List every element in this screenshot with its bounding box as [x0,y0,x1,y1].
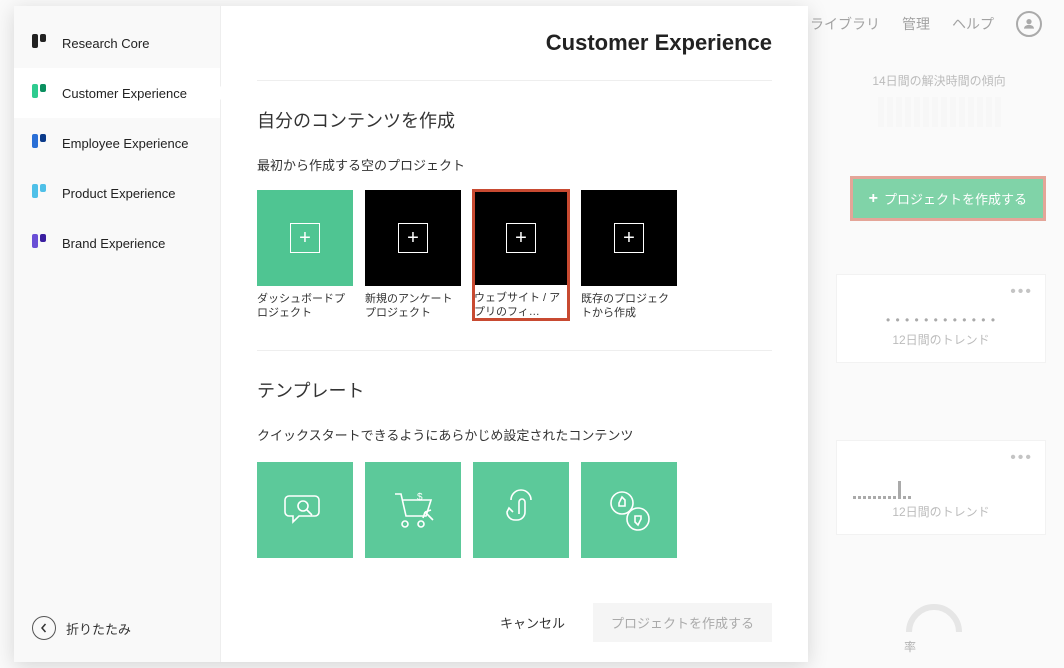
tile-thumb: + [365,190,461,286]
modal-title: Customer Experience [257,30,772,81]
sidebar-item-label: Research Core [62,36,149,51]
sidebar-item-label: Product Experience [62,186,175,201]
sidebar-item-product-experience[interactable]: Product Experience [14,168,220,218]
logo-icon [32,34,50,52]
create-project-submit-button: プロジェクトを作成する [593,603,772,642]
plus-icon: + [869,190,878,208]
nav-help[interactable]: ヘルプ [952,14,994,34]
chevron-left-icon [32,616,56,640]
bg-gauge: 率 [904,604,964,655]
logo-icon [32,234,50,252]
plus-icon: + [290,223,320,253]
logo-icon [32,184,50,202]
shopping-cart-icon: $ [389,486,437,534]
sparkline-bars [853,479,1029,499]
own-content-heading: 自分のコンテンツを作成 [257,107,772,133]
template-chat-search[interactable] [257,462,353,558]
divider [257,350,772,351]
bg-trend-14day-label: 14日間の解決時間の傾向 [844,72,1034,89]
create-project-button-label: プロジェクトを作成する [884,189,1027,208]
sidebar-item-employee-experience[interactable]: Employee Experience [14,118,220,168]
create-project-modal: Research Core Customer Experience Employ… [14,6,808,662]
sparkline-dots: • • • • • • • • • • • • [853,313,1029,327]
bg-card-1-label: 12日間のトレンド [853,331,1029,348]
nav-admin[interactable]: 管理 [902,14,930,34]
modal-sidebar: Research Core Customer Experience Employ… [14,6,221,662]
bg-card-2: ••• 12日間のトレンド [836,440,1046,535]
bg-card-1: ••• • • • • • • • • • • • • 12日間のトレンド [836,274,1046,363]
sparkline-bars [844,97,1034,127]
sidebar-item-customer-experience[interactable]: Customer Experience [14,68,220,118]
sidebar-item-research-core[interactable]: Research Core [14,18,220,68]
plus-icon: + [506,223,536,253]
sidebar-item-label: Brand Experience [62,236,165,251]
more-icon[interactable]: ••• [1010,449,1033,467]
sidebar-item-label: Employee Experience [62,136,188,151]
top-nav: ライブラリ 管理 ヘルプ [788,0,1064,48]
touch-icon [497,486,545,534]
template-touch[interactable] [473,462,569,558]
tile-new-survey-project[interactable]: + 新規のアンケートプロジェクト [365,190,461,320]
collapse-sidebar-button[interactable]: 折りたたみ [14,602,220,662]
bg-gauge-label: 率 [904,640,916,654]
create-project-button-highlight: + プロジェクトを作成する [850,176,1046,221]
thumbs-up-down-icon [605,486,653,534]
create-project-button[interactable]: + プロジェクトを作成する [853,179,1043,218]
nav-library[interactable]: ライブラリ [810,14,880,34]
template-tiles: $ [257,462,772,558]
tile-thumb: + [581,190,677,286]
user-avatar-icon[interactable] [1016,11,1042,37]
modal-footer: キャンセル プロジェクトを作成する [257,587,772,650]
plus-icon: + [614,223,644,253]
logo-icon [32,84,50,102]
tile-thumb: + [474,191,568,285]
sidebar-item-brand-experience[interactable]: Brand Experience [14,218,220,268]
tile-label: 新規のアンケートプロジェクト [365,292,461,320]
bg-card-2-label: 12日間のトレンド [853,503,1029,520]
svg-text:$: $ [417,492,423,503]
tile-website-app-feedback[interactable]: + ウェブサイト / アプリのフィ… [473,190,569,320]
bg-trend-14day: 14日間の解決時間の傾向 [844,72,1034,127]
sidebar-item-label: Customer Experience [62,86,187,101]
collapse-label: 折りたたみ [66,619,131,638]
tile-label: 既存のプロジェクトから作成 [581,292,677,320]
tile-from-existing-project[interactable]: + 既存のプロジェクトから作成 [581,190,677,320]
chat-search-icon [281,486,329,534]
tile-label: ダッシュボードプロジェクト [257,292,353,320]
templates-heading: テンプレート [257,377,772,403]
tile-dashboard-project[interactable]: + ダッシュボードプロジェクト [257,190,353,320]
plus-icon: + [398,223,428,253]
tile-label: ウェブサイト / アプリのフィ… [474,291,568,319]
empty-projects-subheading: 最初から作成する空のプロジェクト [257,155,772,174]
modal-main: Customer Experience 自分のコンテンツを作成 最初から作成する… [221,6,808,662]
templates-subheading: クイックスタートできるようにあらかじめ設定されたコンテンツ [257,425,772,444]
more-icon[interactable]: ••• [1010,283,1033,301]
template-thumbs[interactable] [581,462,677,558]
logo-icon [32,134,50,152]
template-cart[interactable]: $ [365,462,461,558]
cancel-button[interactable]: キャンセル [482,603,583,642]
tile-thumb: + [257,190,353,286]
empty-project-tiles: + ダッシュボードプロジェクト + 新規のアンケートプロジェクト + ウェブサイ… [257,190,772,320]
